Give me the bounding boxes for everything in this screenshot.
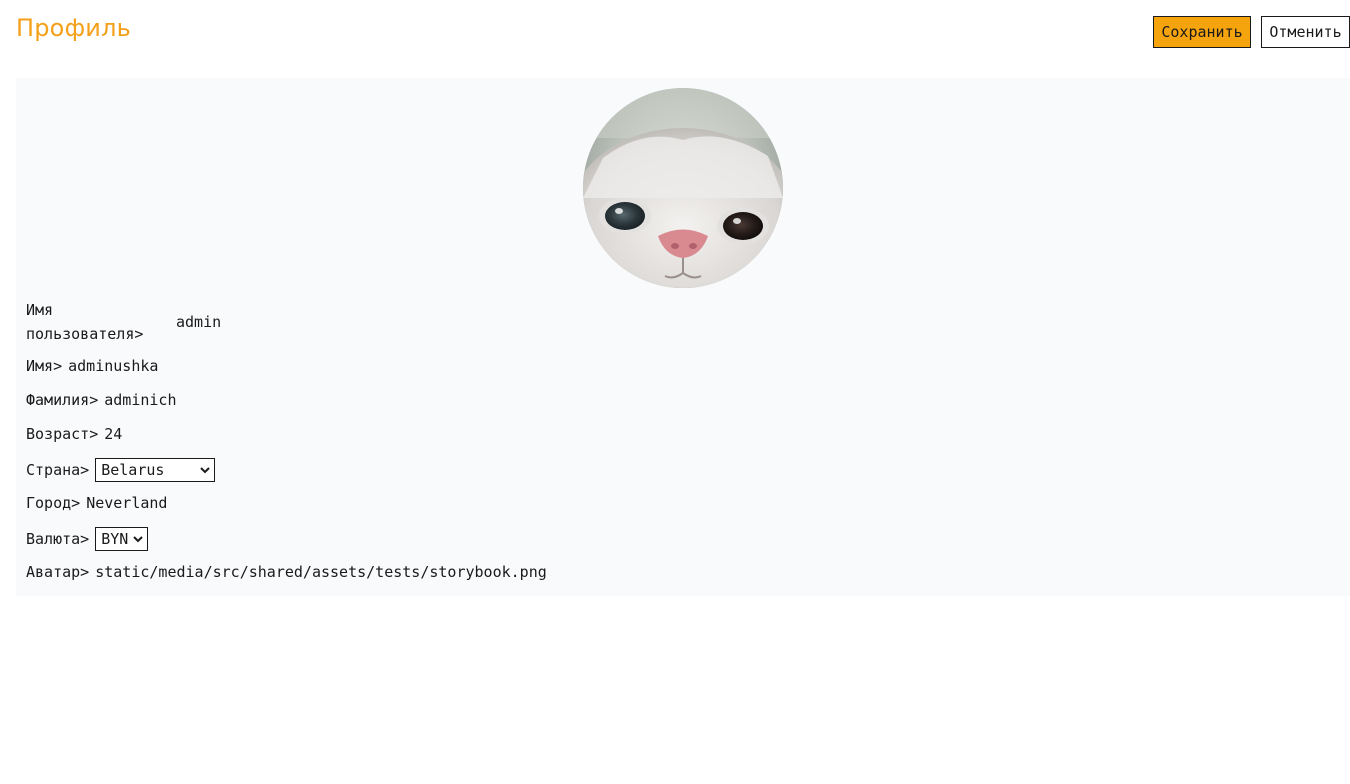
age-label: Возраст> <box>26 425 99 443</box>
chevron-down-icon <box>133 536 143 543</box>
avatar-image <box>583 88 783 288</box>
username-value[interactable]: admin <box>176 313 221 331</box>
field-last-name: Фамилия> adminich <box>26 391 177 409</box>
save-button[interactable]: Сохранить <box>1153 16 1251 48</box>
last-name-value[interactable]: adminich <box>104 391 176 409</box>
cancel-button[interactable]: Отменить <box>1261 16 1350 48</box>
chevron-down-icon <box>200 467 210 474</box>
currency-select[interactable]: BYN <box>95 527 149 551</box>
last-name-label: Фамилия> <box>26 391 99 409</box>
field-currency: Валюта> BYN <box>26 527 149 551</box>
avatar-label: Аватар> <box>26 563 90 581</box>
country-select[interactable]: Belarus <box>95 458 216 482</box>
field-age: Возраст> 24 <box>26 425 122 443</box>
currency-label: Валюта> <box>26 530 90 548</box>
field-first-name: Имя> adminushka <box>26 357 158 375</box>
field-username: Имя пользователя> admin <box>26 298 221 346</box>
currency-selected-value: BYN <box>101 530 129 548</box>
field-city: Город> Neverland <box>26 494 167 512</box>
city-label: Город> <box>26 494 81 512</box>
page-title: Профиль <box>16 14 131 42</box>
avatar <box>583 88 783 288</box>
country-label: Страна> <box>26 461 90 479</box>
first-name-label: Имя> <box>26 357 63 375</box>
city-value[interactable]: Neverland <box>86 494 167 512</box>
country-selected-value: Belarus <box>101 461 165 479</box>
profile-card: Имя пользователя> admin Имя> adminushka … <box>16 78 1350 596</box>
field-country: Страна> Belarus <box>26 458 216 482</box>
page-header: Профиль Сохранить Отменить <box>0 0 1350 62</box>
username-label: Имя пользователя> <box>26 301 144 343</box>
age-value[interactable]: 24 <box>104 425 122 443</box>
avatar-path-value[interactable]: static/media/src/shared/assets/tests/sto… <box>95 563 547 581</box>
field-avatar: Аватар> static/media/src/shared/assets/t… <box>26 563 547 581</box>
first-name-value[interactable]: adminushka <box>68 357 158 375</box>
